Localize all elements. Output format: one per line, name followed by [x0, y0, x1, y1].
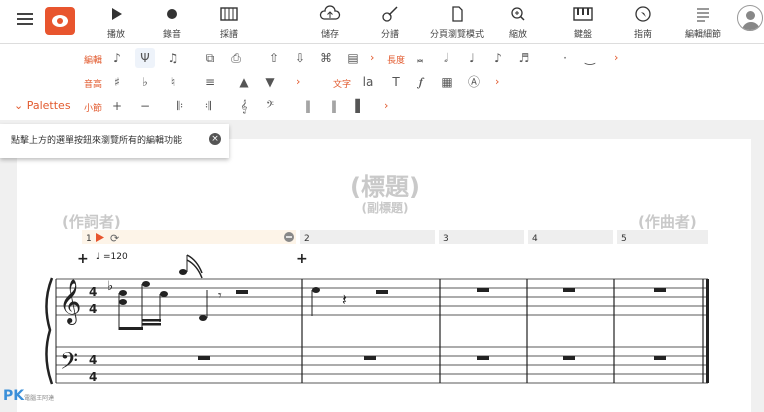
add-element-button[interactable]: + [296, 251, 308, 267]
whole-rest[interactable] [477, 356, 489, 360]
whole-rest[interactable] [563, 356, 575, 360]
score-subtitle[interactable]: (副標題) [362, 200, 409, 215]
measure-number-5: 5 [621, 234, 627, 244]
svg-text:4: 4 [89, 302, 97, 316]
flat-accidental[interactable]: ♭ [107, 279, 113, 294]
whole-rest[interactable] [198, 356, 210, 360]
score-svg: (標題) (副標題) (作詞者) (作曲者) 1 ⟳ 2 3 4 5 + + ♩… [45, 173, 709, 385]
quarter-rest[interactable]: 𝄽 [342, 290, 347, 309]
measure-5-header[interactable] [617, 230, 708, 244]
whole-rest[interactable] [563, 288, 575, 292]
final-barline[interactable] [706, 279, 709, 383]
treble-staff[interactable] [56, 278, 708, 316]
add-element-button[interactable]: + [77, 251, 89, 267]
half-rest[interactable] [376, 290, 388, 294]
measure-number-1: 1 [86, 234, 92, 244]
svg-text:4: 4 [89, 370, 97, 384]
lyricist[interactable]: (作詞者) [62, 213, 121, 231]
measure-number-2: 2 [304, 234, 310, 244]
svg-text:4: 4 [89, 285, 97, 299]
svg-text:4: 4 [89, 353, 97, 367]
score-title[interactable]: (標題) [350, 173, 420, 201]
close-icon[interactable]: × [209, 133, 221, 145]
half-rest[interactable] [236, 290, 248, 294]
hint-text: 點擊上方的選單按鈕來瀏覽所有的編輯功能 [11, 136, 183, 146]
measure-4-header[interactable] [528, 230, 613, 244]
watermark: PK電腦王阿達 [3, 388, 55, 404]
loop-icon[interactable]: ⟳ [110, 232, 119, 245]
bass-clef-icon[interactable]: 𝄢 [60, 347, 78, 380]
whole-rest[interactable] [654, 288, 666, 292]
note[interactable] [312, 287, 320, 293]
measure-number-4: 4 [532, 234, 538, 244]
measure-number-3: 3 [443, 234, 449, 244]
whole-rest[interactable] [364, 356, 376, 360]
composer[interactable]: (作曲者) [638, 213, 697, 231]
note[interactable] [119, 269, 207, 321]
whole-rest[interactable] [477, 288, 489, 292]
hint-popup: 點擊上方的選單按鈕來瀏覽所有的編輯功能 × [0, 124, 229, 158]
tempo-note-icon: ♩ [96, 252, 100, 262]
brace [45, 277, 54, 385]
whole-rest[interactable] [654, 356, 666, 360]
measure-3-header[interactable] [439, 230, 524, 244]
eighth-rest[interactable]: 𝄾 [218, 288, 222, 304]
tempo-marking[interactable]: =120 [103, 252, 128, 262]
treble-clef-icon[interactable]: 𝄞 [59, 279, 81, 325]
bass-staff[interactable] [56, 346, 708, 384]
measure-2-header[interactable] [300, 230, 435, 244]
